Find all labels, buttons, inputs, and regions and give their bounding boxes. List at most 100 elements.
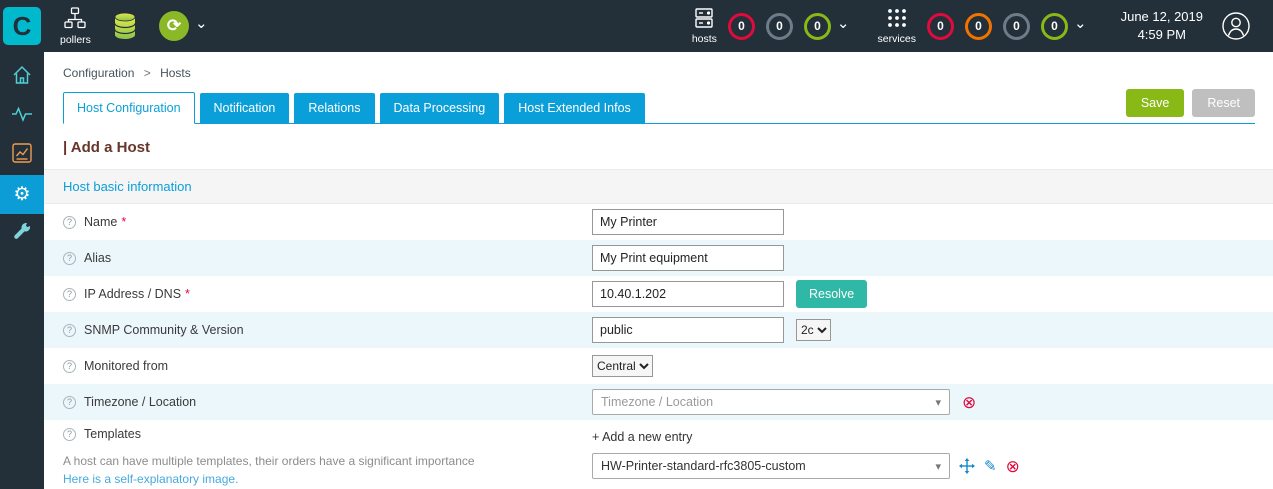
ip-row: ? IP Address / DNS * Resolve [44,276,1273,312]
resolve-button[interactable]: Resolve [796,280,868,308]
home-icon [12,65,32,90]
centreon-logo[interactable]: C [0,0,44,52]
name-row: ? Name * [44,204,1273,240]
hosts-up-badge[interactable]: 0 [803,12,831,40]
breadcrumb-page[interactable]: Hosts [160,66,191,80]
services-warning-badge[interactable]: 0 [965,12,993,40]
wrench-icon [12,221,32,246]
help-icon[interactable]: ? [63,287,76,301]
sidebar-item-reporting[interactable] [0,136,44,175]
tab-host-extended-infos[interactable]: Host Extended Infos [504,93,645,123]
services-chevron-down-icon[interactable]: ⌄ [1074,16,1087,31]
tab-notification[interactable]: Notification [199,93,290,123]
monitored-from-label-cell: ? Monitored from [63,359,592,373]
section-header: Host basic information [44,169,1273,204]
alias-label-cell: ? Alias [63,251,592,265]
save-button[interactable]: Save [1125,89,1185,117]
help-icon[interactable]: ? [63,323,76,337]
services-critical-badge[interactable]: 0 [927,12,955,40]
alias-input[interactable] [592,245,784,271]
current-date: June 12, 2019 [1120,8,1203,24]
help-icon[interactable]: ? [63,251,76,265]
tab-data-processing[interactable]: Data Processing [379,93,500,123]
gear-icon: ⚙ [13,184,31,205]
monitored-from-select[interactable]: Central [592,355,653,377]
templates-label-cell: ? Templates A host can have multiple tem… [63,427,592,486]
hosts-label: hosts [691,32,717,45]
heartbeat-icon [11,106,33,127]
tab-relations[interactable]: Relations [294,93,375,123]
alias-label: Alias [84,251,112,265]
timezone-row: ? Timezone / Location Timezone / Locatio… [44,384,1273,420]
snmp-label-cell: ? SNMP Community & Version [63,323,592,337]
topbar-status-area: hosts 0 0 0 ⌄ services 0 0 0 0 ⌄ June 12… [691,7,1273,45]
timezone-placeholder: Timezone / Location [601,395,714,409]
help-icon[interactable]: ? [63,215,76,229]
pollers-label: pollers [60,33,91,46]
ip-label: IP Address / DNS [84,287,182,301]
timezone-clear-icon[interactable]: ⊗ [962,394,976,411]
breadcrumb: Configuration > Hosts [44,52,1273,80]
monitored-from-label: Monitored from [84,359,169,373]
pollers-menu[interactable]: pollers [60,6,91,46]
hosts-chevron-down-icon[interactable]: ⌄ [837,16,850,31]
chart-icon [12,143,32,168]
database-status-icon[interactable] [113,12,137,40]
template-move-icon[interactable] [959,458,975,474]
required-marker: * [121,215,127,229]
timezone-label: Timezone / Location [84,395,197,409]
top-bar: C pollers ⟳ ⌄ hosts 0 0 0 ⌄ services 0 0… [0,0,1273,52]
snmp-community-input[interactable] [592,317,784,343]
monitored-from-row: ? Monitored from Central [44,348,1273,384]
template-dropdown[interactable]: HW-Printer-standard-rfc3805-custom ▾ [592,453,950,479]
ip-input[interactable] [592,281,784,307]
sidebar-item-administration[interactable] [0,214,44,253]
services-menu[interactable]: services [877,8,917,45]
page-title: | Add a Host [63,139,150,156]
sidebar-item-home[interactable] [0,58,44,97]
export-config-icon[interactable]: ⟳ [158,11,189,41]
alias-row: ? Alias [44,240,1273,276]
templates-row: ? Templates A host can have multiple tem… [44,420,1273,489]
services-label: services [877,32,917,45]
centreon-logo-icon: C [3,7,41,45]
dropdown-arrow-icon: ▾ [935,396,941,409]
main-content: Configuration > Hosts Host Configuration… [44,52,1273,489]
sidebar-item-configuration[interactable]: ⚙ [0,175,44,214]
name-label-cell: ? Name * [63,215,592,229]
pollers-icon [64,6,87,32]
current-time: 4:59 PM [1137,27,1186,42]
services-ok-badge[interactable]: 0 [1041,12,1069,40]
required-marker: * [185,287,190,301]
template-edit-icon[interactable]: ✎ [984,459,997,474]
name-label: Name [84,215,118,229]
timezone-dropdown[interactable]: Timezone / Location ▾ [592,389,950,415]
help-icon[interactable]: ? [63,395,76,409]
template-delete-icon[interactable]: ⊗ [1006,458,1020,475]
hosts-icon [693,7,715,31]
tab-host-configuration[interactable]: Host Configuration [63,92,195,124]
sidebar: ⚙ [0,52,44,489]
hosts-down-badge[interactable]: 0 [727,12,755,40]
centreon-app: C pollers ⟳ ⌄ hosts 0 0 0 ⌄ services 0 0… [0,0,1273,489]
hosts-unreachable-badge[interactable]: 0 [765,12,793,40]
user-profile-icon[interactable] [1221,11,1251,41]
name-input[interactable] [592,209,784,235]
tab-bar: Host Configuration Notification Relation… [63,89,1255,124]
templates-label: Templates [84,427,141,441]
chevron-down-icon[interactable]: ⌄ [195,16,208,31]
add-template-entry-link[interactable]: + Add a new entry [592,430,1273,444]
templates-help-link[interactable]: Here is a self-explanatory image. [63,472,238,486]
services-unknown-badge[interactable]: 0 [1003,12,1031,40]
template-selected-value: HW-Printer-standard-rfc3805-custom [601,459,806,473]
help-icon[interactable]: ? [63,359,76,373]
dropdown-arrow-icon: ▾ [935,460,941,473]
reset-button[interactable]: Reset [1192,89,1255,117]
snmp-version-select[interactable]: 2c [796,319,831,341]
sidebar-item-monitoring[interactable] [0,97,44,136]
breadcrumb-section[interactable]: Configuration [63,66,134,80]
snmp-row: ? SNMP Community & Version 2c [44,312,1273,348]
snmp-label: SNMP Community & Version [84,323,244,337]
hosts-menu[interactable]: hosts [691,7,717,45]
help-icon[interactable]: ? [63,427,76,441]
